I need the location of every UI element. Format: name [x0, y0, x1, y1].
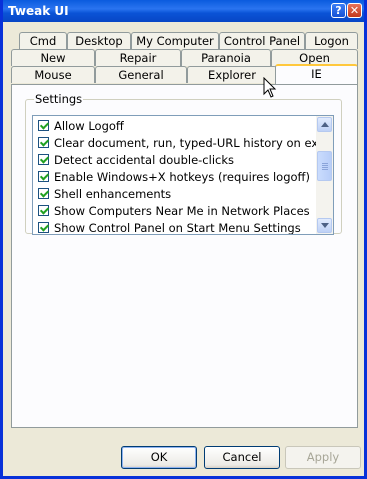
list-item-label: Detect accidental double-clicks [54, 153, 234, 167]
grip-line [322, 167, 328, 168]
close-button[interactable]: ✕ [347, 3, 362, 18]
tab-logon[interactable]: Logon [305, 32, 358, 49]
tab-general[interactable]: General [95, 66, 187, 83]
vertical-scrollbar[interactable] [316, 116, 333, 234]
tab-paranoia[interactable]: Paranoia [181, 49, 271, 66]
grip-line [322, 163, 328, 164]
settings-list[interactable]: Allow Logoff Clear document, run, typed-… [32, 115, 334, 235]
arrow-up-icon [321, 122, 329, 127]
list-item-label: Enable Windows+X hotkeys (requires logof… [54, 170, 310, 184]
tab-mouse[interactable]: Mouse [11, 66, 95, 83]
arrow-down-icon [321, 223, 329, 228]
mouse-pointer-icon [263, 77, 277, 98]
checkbox-checked-icon[interactable] [38, 171, 49, 182]
ok-button[interactable]: OK [121, 446, 197, 469]
tab-desktop[interactable]: Desktop [67, 32, 131, 49]
list-item-label: Show Control Panel on Start Menu Setting… [54, 221, 301, 235]
list-item-label: Show Computers Near Me in Network Places [54, 204, 310, 218]
tab-cmd[interactable]: Cmd [19, 32, 67, 49]
list-item-label: Shell enhancements [54, 187, 172, 201]
cancel-button[interactable]: Cancel [204, 446, 280, 469]
checkbox-checked-icon[interactable] [38, 222, 49, 233]
window-title: Tweak UI [8, 4, 69, 18]
apply-button[interactable]: Apply [285, 446, 361, 469]
tab-new[interactable]: New [11, 49, 95, 66]
tweak-ui-window: Tweak UI ? ✕ Cmd Desktop My Computer Con… [0, 0, 367, 479]
checkbox-checked-icon[interactable] [38, 205, 49, 216]
checkbox-checked-icon[interactable] [38, 188, 49, 199]
tab-control-panel[interactable]: Control Panel [219, 32, 305, 49]
list-item-label: Allow Logoff [54, 119, 124, 133]
settings-group-label: Settings [34, 92, 84, 106]
grip-line [322, 169, 328, 170]
tab-my-computer[interactable]: My Computer [131, 32, 219, 49]
scroll-down-button[interactable] [317, 218, 332, 233]
tab-repair[interactable]: Repair [95, 49, 181, 66]
checkbox-checked-icon[interactable] [38, 154, 49, 165]
checkbox-checked-icon[interactable] [38, 137, 49, 148]
help-button[interactable]: ? [331, 3, 346, 18]
grip-line [322, 165, 328, 166]
ie-tab-panel: Settings Allow Logoff Clear document, ru… [11, 84, 358, 428]
title-bar[interactable]: Tweak UI ? ✕ [3, 0, 364, 22]
checkbox-checked-icon[interactable] [38, 120, 49, 131]
scroll-thumb[interactable] [317, 151, 332, 181]
list-item-label: Clear document, run, typed-URL history o… [54, 136, 326, 150]
scroll-up-button[interactable] [317, 117, 332, 132]
tab-ie[interactable]: IE [275, 64, 358, 84]
